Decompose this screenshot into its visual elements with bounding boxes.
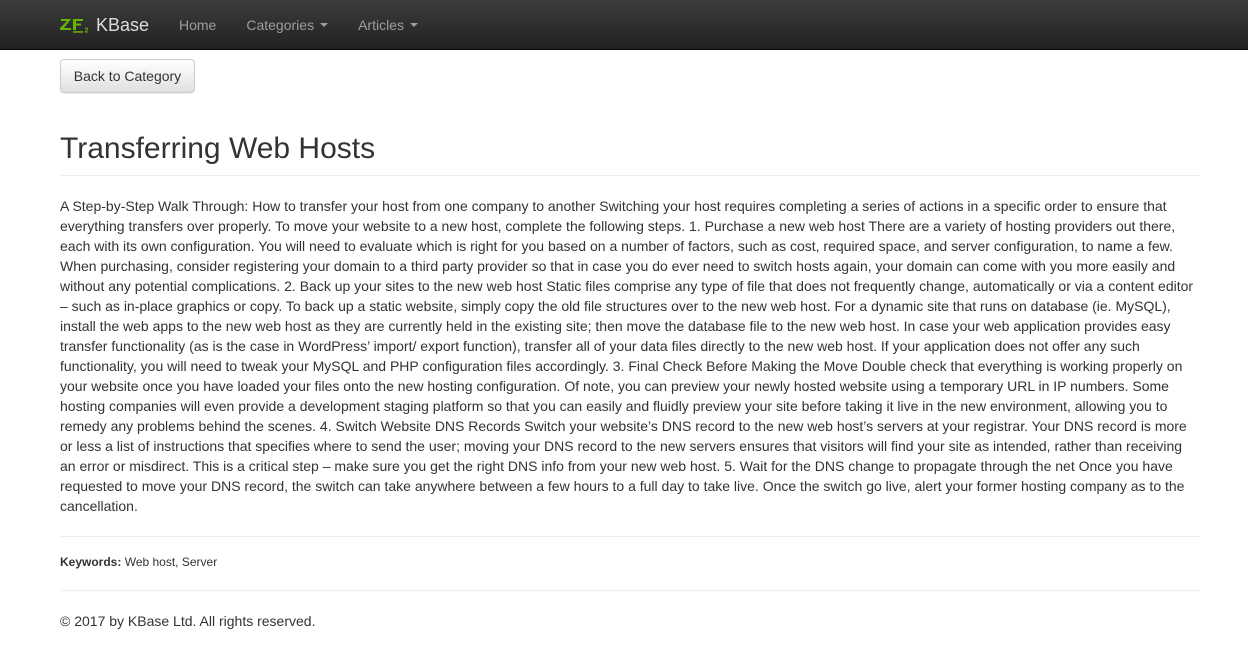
top-navbar: 2 KBase Home Categories Articles [0, 0, 1248, 50]
body-divider [60, 536, 1200, 537]
zf2-logo-icon: 2 [60, 19, 89, 35]
article-title: Transferring Web Hosts [60, 132, 376, 165]
nav-item-categories-dropdown[interactable]: Categories [231, 0, 343, 50]
svg-text:2: 2 [85, 28, 89, 35]
back-to-category-button[interactable]: Back to Category [60, 59, 195, 93]
footer-divider [60, 590, 1200, 591]
brand-name: KBase [96, 15, 150, 35]
nav-item-articles-dropdown[interactable]: Articles [343, 0, 433, 50]
nav-item-categories-label: Categories [246, 17, 315, 33]
footer-copyright: © 2017 by KBase Ltd. All rights reserved… [60, 613, 316, 629]
nav-item-articles-label: Articles [358, 17, 404, 33]
keywords-value: Web host, Server [124, 555, 218, 569]
caret-down-icon [320, 23, 329, 27]
article-body: A Step-by-Step Walk Through: How to tran… [60, 198, 1194, 514]
article-keywords: Keywords: Web host, Server [60, 554, 217, 571]
title-divider [60, 175, 1200, 176]
main-nav: Home Categories Articles [164, 0, 433, 50]
nav-item-home-label: Home [179, 17, 217, 33]
keywords-label: Keywords: [60, 555, 122, 569]
nav-item-home[interactable]: Home [164, 0, 231, 50]
brand-link[interactable]: 2 KBase [60, 0, 149, 50]
caret-down-icon [409, 23, 418, 27]
